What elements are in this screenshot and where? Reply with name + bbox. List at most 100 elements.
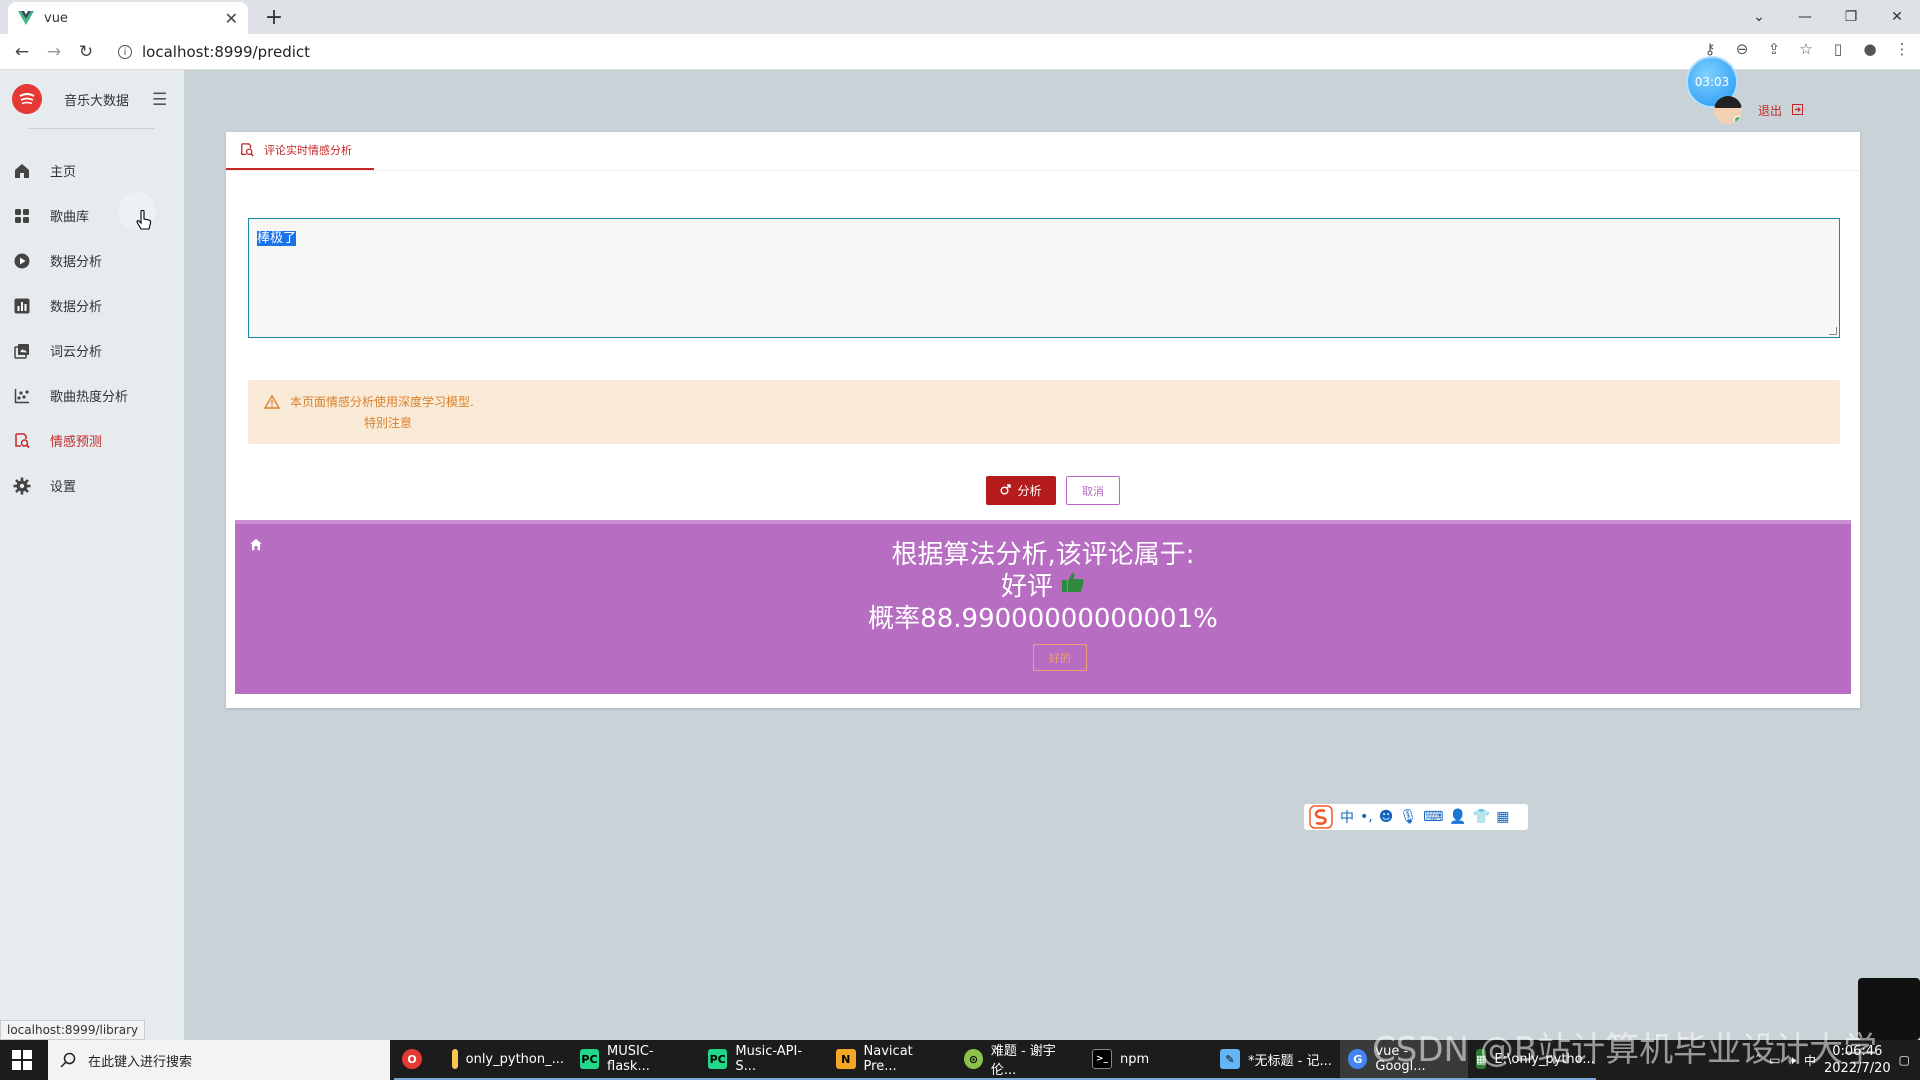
new-tab-button[interactable]: +: [260, 4, 288, 32]
close-window-button[interactable]: ✕: [1874, 9, 1920, 25]
taskbar-app-opera[interactable]: O: [394, 1040, 444, 1080]
pycharm-icon: PC: [580, 1049, 599, 1069]
minimize-button[interactable]: —: [1782, 9, 1828, 25]
navicat-icon: N: [836, 1049, 856, 1069]
status-url: localhost:8999/library: [0, 1020, 146, 1040]
home-icon: [12, 161, 32, 181]
ime-mode[interactable]: 中: [1340, 807, 1354, 827]
sogou-logo-icon[interactable]: [1308, 804, 1334, 830]
chrome-icon: G: [1348, 1049, 1368, 1069]
brand-name: 音乐大数据: [64, 93, 130, 109]
watermark: CSDN @B站计算机毕业设计大学: [1372, 1030, 1878, 1070]
logout-link[interactable]: 退出: [1758, 102, 1804, 119]
profile-icon[interactable]: ●: [1860, 40, 1880, 58]
site-info-icon[interactable]: i: [118, 45, 132, 59]
play-circle-icon: [12, 251, 32, 271]
sidebar-item-data-analysis-1[interactable]: 数据分析: [0, 238, 184, 283]
taskbar-app-explorer[interactable]: only_python_...: [444, 1040, 572, 1080]
keyboard-icon[interactable]: ⌨: [1423, 809, 1443, 825]
sidebar-item-home[interactable]: 主页: [0, 148, 184, 193]
terminal-icon: >_: [1092, 1049, 1112, 1069]
ok-button[interactable]: 好的: [1033, 644, 1087, 671]
emoji-icon[interactable]: ☻: [1379, 809, 1394, 825]
tab-divider: [226, 170, 1860, 171]
restore-button[interactable]: ❐: [1828, 9, 1874, 25]
app-circle-icon: ⊙: [964, 1049, 983, 1069]
pycharm-icon: PC: [708, 1049, 728, 1069]
toolbox-icon[interactable]: ▦: [1496, 809, 1509, 825]
warning-icon: [263, 394, 281, 444]
male-symbol-icon: [1000, 483, 1012, 498]
tab-sentiment-analysis[interactable]: 评论实时情感分析: [226, 132, 374, 170]
bar-chart-icon: [12, 296, 32, 316]
sidebar-item-label: 歌曲库: [50, 210, 90, 225]
taskbar-app-label: only_python_...: [465, 1051, 564, 1067]
microphone-icon[interactable]: 🎙: [1399, 809, 1417, 825]
user-icon[interactable]: 👤: [1449, 809, 1466, 825]
browser-tab[interactable]: vue ✕: [8, 2, 248, 34]
divider: [28, 128, 154, 129]
tab-search-icon[interactable]: ⌄: [1736, 9, 1782, 25]
hamburger-menu-icon[interactable]: ☰: [152, 90, 167, 110]
windows-start-icon[interactable]: [12, 1050, 32, 1074]
analyze-button[interactable]: 分析: [986, 476, 1056, 505]
taskbar-app-pycharm-2[interactable]: PC Music-API-S...: [700, 1040, 828, 1080]
browser-tab-bar: vue ✕ + ⌄ — ❐ ✕: [0, 0, 1920, 34]
taskbar-app-label: MUSIC-flask...: [607, 1044, 654, 1074]
analyze-button-label: 分析: [1017, 484, 1042, 498]
zoom-icon[interactable]: ⊖: [1732, 40, 1752, 58]
brand[interactable]: 音乐大数据: [12, 84, 129, 114]
thumbs-up-icon: [1061, 570, 1085, 600]
taskbar-app-pycharm-1[interactable]: PC MUSIC-flask...: [572, 1040, 700, 1080]
comment-textarea[interactable]: 棒极了: [248, 218, 1840, 338]
sidebar-item-song-library[interactable]: 歌曲库: [0, 193, 184, 238]
taskbar-app-notepad[interactable]: ✎ *无标题 - 记...: [1212, 1040, 1340, 1080]
ime-toolbar: 中 •, ☻ 🎙 ⌨ 👤 👕 ▦: [1304, 804, 1528, 830]
taskbar-app-navicat[interactable]: N Navicat Pre...: [828, 1040, 956, 1080]
sidebar-item-data-analysis-2[interactable]: 数据分析: [0, 283, 184, 328]
sidebar-item-sentiment-prediction[interactable]: 情感预测: [0, 418, 184, 463]
taskbar-app-terminal[interactable]: >_ npm: [1084, 1040, 1212, 1080]
tab-close-icon[interactable]: ✕: [225, 9, 238, 28]
skin-icon[interactable]: 👕: [1473, 809, 1490, 825]
image-stack-icon: [12, 341, 32, 361]
notepad-icon: ✎: [1220, 1049, 1240, 1069]
notification-icon[interactable]: ▢: [1899, 1053, 1910, 1067]
taskbar-app-problem[interactable]: ⊙ 难题 - 谢宇伦...: [956, 1040, 1084, 1080]
taskbar-app-label: Music-API-S...: [735, 1044, 803, 1074]
online-status-dot: [1734, 116, 1742, 124]
tab-label: 评论实时情感分析: [264, 144, 352, 157]
taskbar-app-label: npm: [1120, 1051, 1150, 1067]
folder-icon: [452, 1049, 458, 1069]
result-panel: 根据算法分析,该评论属于: 好评 概率88.99000000000001% 好的: [235, 520, 1851, 694]
search-doc-icon: [12, 431, 32, 451]
resize-handle[interactable]: [1829, 327, 1837, 335]
back-button[interactable]: ←: [10, 40, 34, 64]
url-field[interactable]: i localhost:8999/predict: [110, 38, 1820, 66]
sidebar-item-label: 设置: [50, 480, 77, 495]
share-icon[interactable]: ⇪: [1764, 40, 1784, 58]
sidebar-menu: 主页 歌曲库 数据分析 数据分析 词云分析 歌曲热度分析 情感预测 设置: [0, 148, 184, 508]
ime-punctuation[interactable]: •,: [1360, 809, 1373, 825]
taskbar-app-label: Navicat Pre...: [863, 1044, 913, 1074]
avatar[interactable]: [1714, 96, 1742, 124]
tab-title: vue: [44, 10, 68, 26]
sidebar-item-settings[interactable]: 设置: [0, 463, 184, 508]
warning-alert: 本页面情感分析使用深度学习模型. 特别注意: [248, 380, 1840, 444]
comment-text: 棒极了: [257, 231, 297, 246]
sidebar: 音乐大数据 ☰ 主页 歌曲库 数据分析 数据分析 词云分析 歌曲热度分析 情感预…: [0, 70, 184, 1040]
alert-line2: 特别注意: [364, 416, 413, 430]
taskbar-search-input[interactable]: 在此键入进行搜索: [48, 1040, 390, 1080]
forward-button[interactable]: →: [42, 40, 66, 64]
bookmark-star-icon[interactable]: ☆: [1796, 40, 1816, 58]
mouse-cursor-icon: [136, 209, 152, 236]
side-panel-icon[interactable]: ▯: [1828, 40, 1848, 58]
taskbar-app-label: 难题 - 谢宇伦...: [990, 1044, 1056, 1078]
vue-logo-icon: [18, 10, 34, 26]
reload-button[interactable]: ↻: [74, 40, 98, 64]
cancel-button[interactable]: 取消: [1066, 476, 1120, 505]
sidebar-item-word-cloud[interactable]: 词云分析: [0, 328, 184, 373]
sidebar-item-song-popularity[interactable]: 歌曲热度分析: [0, 373, 184, 418]
browser-menu-icon[interactable]: ⋮: [1892, 40, 1912, 58]
logout-label: 退出: [1758, 104, 1783, 118]
